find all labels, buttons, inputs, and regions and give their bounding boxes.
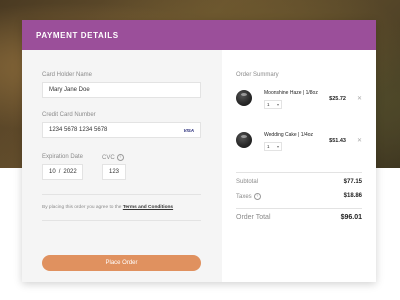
- card-number-value: 1234 5678 1234 5678: [49, 127, 108, 133]
- cvc-field[interactable]: 123: [102, 164, 126, 180]
- taxes-label-text: Taxes: [236, 194, 252, 201]
- help-icon[interactable]: ?: [116, 154, 124, 161]
- place-order-button[interactable]: Place Order: [42, 255, 201, 271]
- help-icon[interactable]: ?: [253, 193, 261, 200]
- terms-text: By placing this order you agree to the T…: [42, 205, 173, 210]
- taxes-value: $18.86: [343, 193, 362, 199]
- order-summary: Order Summary Moonshine Haze | 1/8oz 1 ▾…: [222, 50, 376, 282]
- payment-form: Card Holder Name Mary Jane Doe Credit Ca…: [22, 50, 222, 282]
- list-item: Wedding Cake | 1/4oz 1 ▾ $51.43 ✕: [236, 132, 362, 160]
- taxes-label: Taxes?: [236, 193, 261, 200]
- list-item: Moonshine Haze | 1/8oz 1 ▾ $25.72 ✕: [236, 90, 362, 118]
- divider: [42, 220, 201, 221]
- terms-link[interactable]: Terms and Conditions: [123, 205, 173, 210]
- quantity-value: 1: [267, 102, 270, 107]
- page-title: PAYMENT DETAILS: [36, 30, 119, 40]
- item-name: Moonshine Haze | 1/8oz: [264, 90, 318, 96]
- exp-month: 10: [49, 169, 56, 175]
- expiration-label: Expiration Date: [42, 154, 84, 160]
- divider: [236, 208, 362, 209]
- quantity-value: 1: [267, 144, 270, 149]
- product-jar-icon: [236, 90, 252, 106]
- close-icon[interactable]: ✕: [357, 95, 362, 102]
- card-holder-field[interactable]: Mary Jane Doe: [42, 82, 201, 98]
- cvc-value: 123: [109, 169, 120, 175]
- terms-prefix: By placing this order you agree to the: [42, 205, 122, 210]
- exp-separator: /: [58, 169, 61, 175]
- cvc-label-text: CVC: [102, 155, 115, 162]
- visa-icon: VISA: [183, 127, 194, 133]
- order-summary-title: Order Summary: [236, 72, 279, 78]
- quantity-select[interactable]: 1 ▾: [264, 100, 282, 109]
- card-header: PAYMENT DETAILS: [22, 20, 376, 50]
- card-number-field[interactable]: 1234 5678 1234 5678 VISA: [42, 122, 201, 138]
- item-price: $51.43: [329, 138, 346, 144]
- total-label: Order Total: [236, 214, 271, 221]
- item-price: $25.72: [329, 96, 346, 102]
- card-holder-label: Card Holder Name: [42, 72, 93, 78]
- chevron-down-icon: ▾: [276, 144, 279, 149]
- payment-card: PAYMENT DETAILS Card Holder Name Mary Ja…: [22, 20, 376, 282]
- item-name: Wedding Cake | 1/4oz: [264, 132, 314, 138]
- total-value: $96.01: [340, 214, 362, 221]
- card-body: Card Holder Name Mary Jane Doe Credit Ca…: [22, 50, 376, 282]
- quantity-select[interactable]: 1 ▾: [264, 142, 282, 151]
- subtotal-value: $77.15: [343, 179, 362, 185]
- expiration-field[interactable]: 10 / 2022: [42, 164, 83, 180]
- product-jar-icon: [236, 132, 252, 148]
- cvc-label: CVC?: [102, 154, 124, 161]
- card-holder-value: Mary Jane Doe: [49, 87, 90, 93]
- divider: [42, 194, 201, 195]
- exp-year: 2022: [63, 169, 77, 175]
- card-number-label: Credit Card Number: [42, 112, 96, 118]
- subtotal-label: Subtotal: [236, 179, 259, 185]
- close-icon[interactable]: ✕: [357, 137, 362, 144]
- divider: [236, 172, 362, 173]
- chevron-down-icon: ▾: [276, 102, 279, 107]
